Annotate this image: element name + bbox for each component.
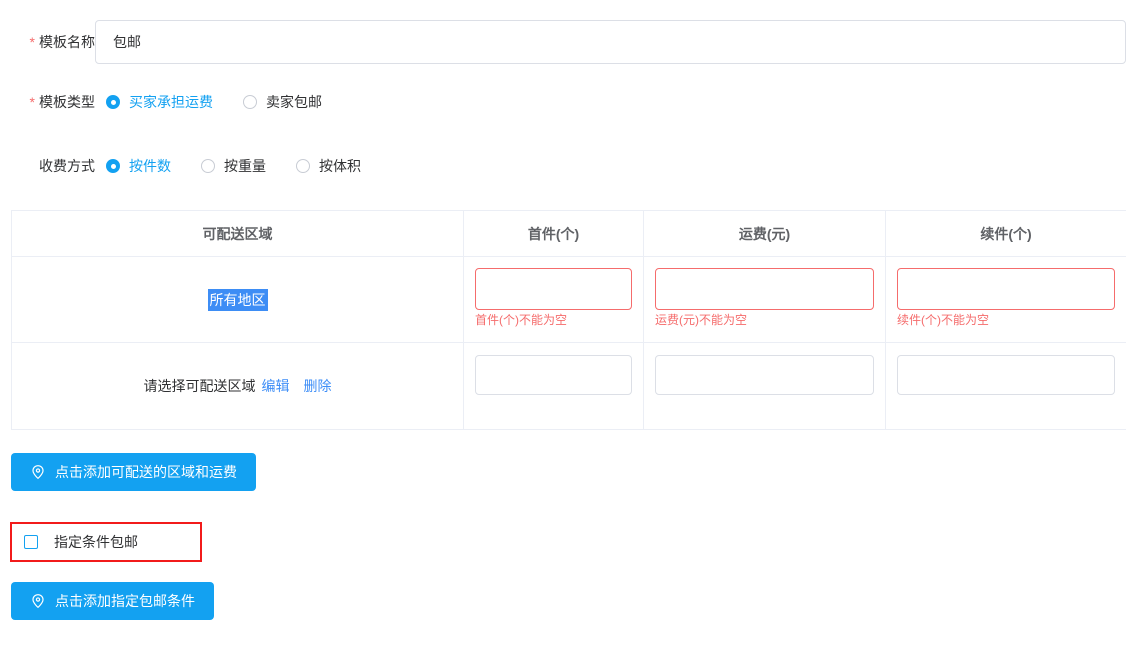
add-free-shipping-condition-label: 点击添加指定包邮条件 xyxy=(55,591,195,611)
template-name-label: *模板名称 xyxy=(11,32,95,52)
edit-region-link[interactable]: 编辑 xyxy=(262,376,290,396)
shipping-fee-input[interactable] xyxy=(655,355,874,395)
add-region-fee-button[interactable]: 点击添加可配送的区域和运费 xyxy=(11,453,256,491)
shipping-fee-input[interactable] xyxy=(655,268,874,310)
charge-method-radio-group: 按件数 按重量 按体积 xyxy=(106,156,361,176)
radio-selected-icon xyxy=(106,95,120,109)
additional-piece-error: 续件(个)不能为空 xyxy=(897,313,1115,327)
radio-by-volume[interactable]: 按体积 xyxy=(296,156,361,176)
radio-label: 卖家包邮 xyxy=(266,92,322,112)
first-piece-input[interactable] xyxy=(475,268,632,310)
header-first-piece: 首件(个) xyxy=(464,211,644,257)
template-name-label-text: 模板名称 xyxy=(39,34,95,50)
charge-method-label: 收费方式 xyxy=(11,156,95,176)
conditional-free-shipping-checkbox[interactable] xyxy=(24,535,38,549)
charge-method-row: 收费方式 按件数 按重量 按体积 xyxy=(11,156,1126,176)
location-icon xyxy=(30,593,46,609)
header-delivery-region: 可配送区域 xyxy=(12,211,464,257)
radio-label: 按重量 xyxy=(224,156,266,176)
shipping-fee-cell xyxy=(644,343,886,429)
charge-method-label-text: 收费方式 xyxy=(39,158,95,174)
radio-unselected-icon xyxy=(201,159,215,173)
header-shipping-fee: 运费(元) xyxy=(644,211,886,257)
conditional-free-shipping-label: 指定条件包邮 xyxy=(54,532,138,552)
radio-label: 按件数 xyxy=(129,156,171,176)
additional-piece-input[interactable] xyxy=(897,355,1115,395)
location-icon xyxy=(30,464,46,480)
region-placeholder-text: 请选择可配送区域 xyxy=(144,376,256,396)
add-region-fee-label: 点击添加可配送的区域和运费 xyxy=(55,462,237,482)
template-type-label-text: 模板类型 xyxy=(39,94,95,110)
shipping-fee-cell: 运费(元)不能为空 xyxy=(644,257,886,343)
first-piece-input[interactable] xyxy=(475,355,632,395)
additional-piece-input[interactable] xyxy=(897,268,1115,310)
region-cell: 请选择可配送区域 编辑 删除 xyxy=(12,343,464,429)
template-name-row: *模板名称 xyxy=(11,20,1126,64)
template-type-row: *模板类型 买家承担运费 卖家包邮 xyxy=(11,92,1126,112)
table-row: 请选择可配送区域 编辑 删除 xyxy=(12,343,1126,429)
first-piece-cell: 首件(个)不能为空 xyxy=(464,257,644,343)
header-additional-piece: 续件(个) xyxy=(886,211,1126,257)
radio-unselected-icon xyxy=(296,159,310,173)
first-piece-cell xyxy=(464,343,644,429)
shipping-fee-error: 运费(元)不能为空 xyxy=(655,313,874,327)
shipping-fee-table: 可配送区域 首件(个) 运费(元) 续件(个) 所有地区 首件(个)不能为空 运… xyxy=(11,210,1126,430)
required-asterisk: * xyxy=(30,94,35,110)
table-header-row: 可配送区域 首件(个) 运费(元) 续件(个) xyxy=(12,211,1126,257)
template-type-radio-group: 买家承担运费 卖家包邮 xyxy=(106,92,322,112)
additional-piece-cell xyxy=(886,343,1126,429)
conditional-free-shipping-box: 指定条件包邮 xyxy=(10,522,202,562)
template-type-label: *模板类型 xyxy=(11,92,95,112)
radio-unselected-icon xyxy=(243,95,257,109)
radio-label: 按体积 xyxy=(319,156,361,176)
radio-by-piece[interactable]: 按件数 xyxy=(106,156,171,176)
table-row: 所有地区 首件(个)不能为空 运费(元)不能为空 续件(个)不能为空 xyxy=(12,257,1126,343)
shipping-template-form: *模板名称 *模板类型 买家承担运费 卖家包邮 收费方式 按件数 按重 xyxy=(0,20,1126,620)
region-cell: 所有地区 xyxy=(12,257,464,343)
radio-by-weight[interactable]: 按重量 xyxy=(201,156,266,176)
radio-buyer-pays-shipping[interactable]: 买家承担运费 xyxy=(106,92,213,112)
radio-label: 买家承担运费 xyxy=(129,92,213,112)
additional-piece-cell: 续件(个)不能为空 xyxy=(886,257,1126,343)
delete-region-link[interactable]: 删除 xyxy=(304,376,332,396)
region-label-selected: 所有地区 xyxy=(208,289,268,311)
template-name-input[interactable] xyxy=(95,20,1126,64)
first-piece-error: 首件(个)不能为空 xyxy=(475,313,632,327)
radio-seller-free-shipping[interactable]: 卖家包邮 xyxy=(243,92,322,112)
required-asterisk: * xyxy=(30,34,35,50)
radio-selected-icon xyxy=(106,159,120,173)
add-free-shipping-condition-button[interactable]: 点击添加指定包邮条件 xyxy=(11,582,214,620)
